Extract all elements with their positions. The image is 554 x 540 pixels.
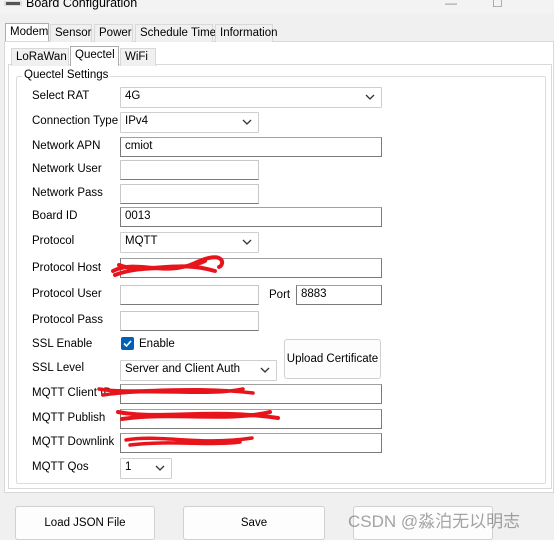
connection-type-dropdown[interactable]: IPv4 — [120, 112, 259, 133]
label-mqtt-downlink: MQTT Downlink — [32, 436, 115, 448]
checkmark-icon — [123, 340, 132, 348]
chevron-down-icon — [155, 465, 165, 471]
label-select-rat: Select RAT — [32, 90, 90, 102]
label-mqtt-client-id: MQTT Client ID — [32, 387, 112, 399]
protocol-pass-input[interactable] — [120, 311, 259, 331]
label-mqtt-publish: MQTT Publish — [32, 412, 106, 424]
window-title: Board Configuration — [26, 0, 138, 10]
protocol-user-input[interactable] — [120, 285, 259, 305]
label-ssl-level: SSL Level — [32, 362, 84, 374]
tab-schedule-time[interactable]: Schedule Time — [135, 24, 216, 42]
board-id-input[interactable]: 0013 — [120, 207, 382, 227]
mqtt-client-id-input[interactable] — [120, 384, 382, 404]
chevron-down-icon — [242, 239, 252, 245]
ssl-enable-checkbox-label[interactable]: Enable — [139, 338, 175, 350]
mqtt-downlink-input[interactable] — [120, 433, 382, 453]
tab-sensor[interactable]: Sensor — [50, 24, 92, 42]
network-pass-input[interactable] — [120, 184, 259, 204]
mqtt-qos-value: 1 — [125, 461, 132, 473]
tab-power[interactable]: Power — [94, 24, 133, 42]
maximize-button[interactable]: ☐ — [492, 0, 503, 10]
connection-type-value: IPv4 — [125, 115, 149, 127]
tab-quectel[interactable]: Quectel — [70, 46, 119, 66]
chevron-down-icon — [365, 94, 375, 100]
upload-certificate-button[interactable]: Upload Certificate — [284, 339, 381, 379]
watermark: CSDN @淼泊无以明志 — [348, 512, 521, 531]
select-rat-dropdown[interactable]: 4G — [120, 87, 382, 108]
ssl-level-dropdown[interactable]: Server and Client Auth — [120, 360, 277, 381]
chevron-down-icon — [260, 367, 270, 373]
label-ssl-enable: SSL Enable — [32, 338, 93, 350]
select-rat-value: 4G — [125, 90, 141, 102]
save-button[interactable]: Save — [183, 506, 325, 540]
tab-modem[interactable]: Modem — [5, 23, 49, 41]
label-protocol-host: Protocol Host — [32, 262, 102, 274]
label-port: Port — [269, 289, 291, 301]
label-protocol-pass: Protocol Pass — [32, 314, 103, 326]
protocol-value: MQTT — [125, 235, 158, 247]
port-input[interactable]: 8883 — [296, 285, 382, 305]
tab-information[interactable]: Information — [215, 24, 278, 42]
network-user-input[interactable] — [120, 160, 259, 180]
label-network-pass: Network Pass — [32, 187, 103, 199]
network-apn-input[interactable]: cmiot — [120, 137, 382, 157]
label-board-id: Board ID — [32, 210, 78, 222]
load-json-button[interactable]: Load JSON File — [15, 506, 155, 540]
protocol-host-input[interactable] — [120, 258, 382, 278]
label-network-user: Network User — [32, 163, 102, 175]
mqtt-publish-input[interactable] — [120, 409, 382, 429]
tab-lorawan[interactable]: LoRaWan — [11, 48, 69, 66]
chevron-down-icon — [242, 119, 252, 125]
app-icon — [4, 1, 22, 6]
label-mqtt-qos: MQTT Qos — [32, 461, 89, 473]
tab-wifi[interactable]: WiFi — [120, 48, 156, 66]
label-network-apn: Network APN — [32, 140, 101, 152]
ssl-level-value: Server and Client Auth — [125, 363, 241, 375]
ssl-enable-checkbox[interactable] — [121, 337, 134, 350]
mqtt-qos-dropdown[interactable]: 1 — [120, 458, 172, 479]
group-title: Quectel Settings — [22, 69, 111, 81]
label-protocol: Protocol — [32, 235, 75, 247]
label-protocol-user: Protocol User — [32, 288, 102, 300]
label-connection-type: Connection Type — [32, 115, 119, 127]
protocol-dropdown[interactable]: MQTT — [120, 232, 259, 253]
minimize-button[interactable]: — — [445, 0, 457, 10]
